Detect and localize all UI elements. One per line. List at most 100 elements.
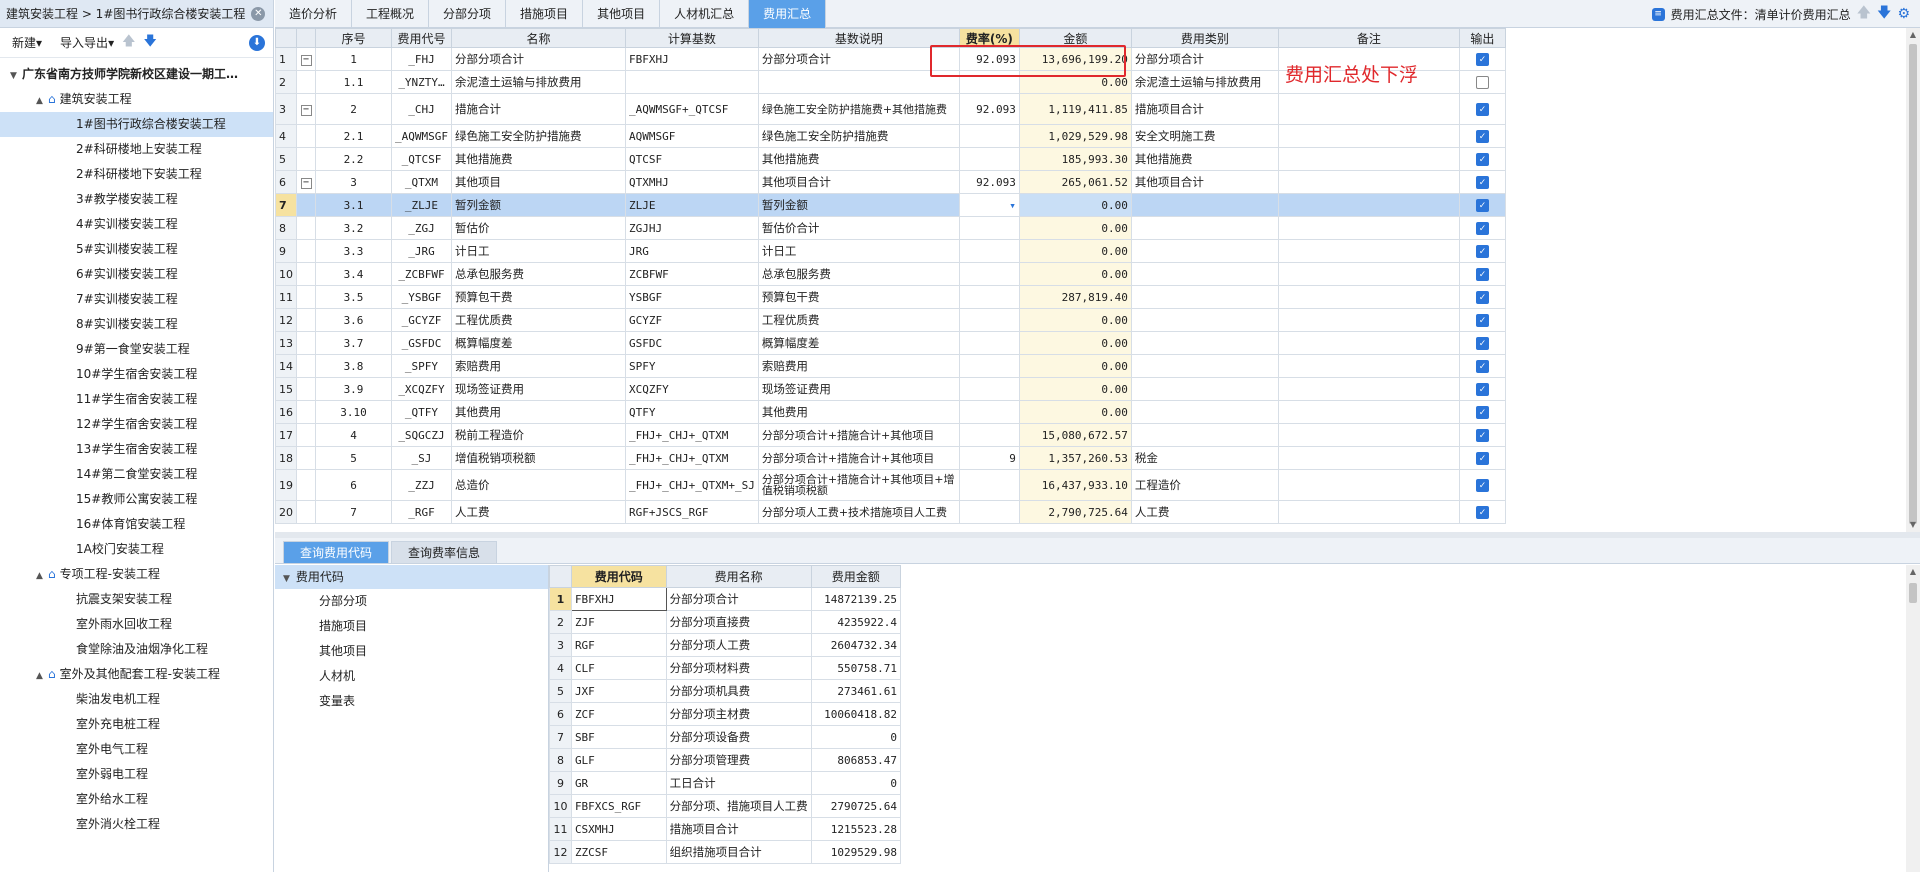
cell-amt[interactable]: 1,357,260.53	[1018, 446, 1132, 470]
row-number[interactable]: 5	[275, 147, 297, 171]
fee-code-tree-item[interactable]: 其他项目	[275, 639, 548, 664]
row-number[interactable]: 2	[275, 70, 297, 94]
cell-desc[interactable]: 总承包服务费	[757, 262, 960, 286]
cell-name[interactable]: 其他项目	[450, 170, 626, 194]
cell-base[interactable]: QTFY	[624, 400, 759, 424]
cell-fee-amount[interactable]: 0	[810, 725, 901, 749]
cell-output[interactable]: ✓	[1458, 47, 1506, 71]
move-up-icon[interactable]: 🡅	[122, 32, 135, 54]
table-row[interactable]: 14 3.8 _SPFY 索赔费用 SPFY 索赔费用 0.00 ✓	[275, 354, 1506, 378]
table-row[interactable]: 6 ZCF 分部分项主材费 10060418.82	[549, 702, 901, 726]
cell-rate[interactable]	[958, 216, 1020, 240]
cell-output[interactable]: ✓	[1458, 262, 1506, 286]
cell-rate[interactable]	[958, 285, 1020, 309]
expand-icon[interactable]: ▲	[36, 564, 48, 587]
tree-item[interactable]: 13#学生宿舍安装工程	[0, 437, 273, 462]
cell-output[interactable]: ✓	[1458, 124, 1506, 148]
column-header[interactable]: 序号	[315, 28, 392, 48]
column-header[interactable]	[296, 28, 316, 48]
checkbox-checked-icon[interactable]: ✓	[1475, 505, 1489, 519]
tree-item[interactable]: 11#学生宿舍安装工程	[0, 387, 273, 412]
tree-item[interactable]: 室外充电桩工程	[0, 712, 273, 737]
cell-desc[interactable]: 暂列金额	[757, 193, 960, 217]
column-header[interactable]: 费用名称	[665, 565, 812, 588]
cell-code[interactable]: _SJ	[391, 446, 452, 470]
tree-item[interactable]: ▼ 广东省南方技师学院新校区建设一期工…	[0, 62, 273, 87]
cell-fee-amount[interactable]: 14872139.25	[810, 587, 901, 611]
fold-cell[interactable]	[296, 354, 316, 378]
cell-cat[interactable]	[1130, 285, 1279, 309]
cell-code[interactable]: _RGF	[391, 500, 452, 524]
cell-cat[interactable]	[1130, 354, 1279, 378]
cell-output[interactable]: ✓	[1458, 216, 1506, 240]
table-row[interactable]: 19 6 _ZZJ 总造价 _FHJ+_CHJ+_QTXM+_SJ 分部分项合计+措施合计…	[275, 469, 1506, 501]
column-header[interactable]: 基数说明	[757, 28, 960, 48]
row-number[interactable]: 10	[549, 794, 572, 818]
cell-cat[interactable]	[1130, 377, 1279, 401]
fold-cell[interactable]	[296, 193, 316, 217]
cell-base[interactable]: _FHJ+_CHJ+_QTXM+_SJ	[624, 469, 759, 501]
cell-seq[interactable]: 2.2	[315, 147, 392, 171]
tree-item[interactable]: 14#第二食堂安装工程	[0, 462, 273, 487]
cell-desc[interactable]: 分部分项合计+措施合计+其他项目	[757, 423, 960, 447]
table-row[interactable]: 4 2.1 _AQWMSGF 绿色施工安全防护措施费 AQWMSGF 绿色施工安全防护措施…	[275, 124, 1506, 148]
cell-fee-code[interactable]: CSXMHJ	[570, 817, 667, 841]
cell-cat[interactable]	[1130, 331, 1279, 355]
fold-cell[interactable]	[296, 423, 316, 447]
cell-seq[interactable]: 3.10	[315, 400, 392, 424]
cell-rate[interactable]	[958, 331, 1020, 355]
cell-fee-amount[interactable]: 2790725.64	[810, 794, 901, 818]
checkbox-checked-icon[interactable]: ✓	[1475, 428, 1489, 442]
fold-cell[interactable]	[296, 469, 316, 501]
cell-fee-name[interactable]: 分部分项直接费	[665, 610, 812, 634]
cell-name[interactable]: 分部分项合计	[450, 47, 626, 71]
table-row[interactable]: 9 3.3 _JRG 计日工 JRG 计日工 0.00 ✓	[275, 239, 1506, 263]
cell-rate[interactable]	[958, 262, 1020, 286]
cell-amt[interactable]: 0.00	[1018, 331, 1132, 355]
cell-cat[interactable]: 安全文明施工费	[1130, 124, 1279, 148]
cell-name[interactable]: 总承包服务费	[450, 262, 626, 286]
cell-base[interactable]: GSFDC	[624, 331, 759, 355]
cell-cat[interactable]	[1130, 193, 1279, 217]
cell-base[interactable]: AQWMSGF	[624, 124, 759, 148]
tree-item[interactable]: 3#教学楼安装工程	[0, 187, 273, 212]
cell-code[interactable]: _JRG	[391, 239, 452, 263]
cell-remark[interactable]	[1277, 500, 1460, 524]
tree-item[interactable]: 食堂除油及油烟净化工程	[0, 637, 273, 662]
cell-fee-name[interactable]: 分部分项人工费	[665, 633, 812, 657]
cell-code[interactable]: _SPFY	[391, 354, 452, 378]
cell-base[interactable]: XCQZFY	[624, 377, 759, 401]
cell-fee-name[interactable]: 分部分项管理费	[665, 748, 812, 772]
cell-output[interactable]: ✓	[1458, 193, 1506, 217]
table-row[interactable]: 16 3.10 _QTFY 其他费用 QTFY 其他费用 0.00 ✓	[275, 400, 1506, 424]
cell-rate[interactable]: 92.093	[958, 47, 1020, 71]
fee-file-label[interactable]: 费用汇总文件：清单计价费用汇总	[1671, 6, 1851, 23]
cell-fee-code[interactable]: CLF	[570, 656, 667, 680]
cell-fee-name[interactable]: 组织措施项目合计	[665, 840, 812, 864]
row-number[interactable]: 9	[549, 771, 572, 795]
fee-code-tree-root[interactable]: ▼ 费用代码	[275, 565, 548, 589]
cell-name[interactable]: 索赔费用	[450, 354, 626, 378]
cell-fee-amount[interactable]: 550758.71	[810, 656, 901, 680]
table-row[interactable]: 11 3.5 _YSBGF 预算包干费 YSBGF 预算包干费 287,819.40 ✓	[275, 285, 1506, 309]
cell-desc[interactable]: 绿色施工安全防护措施费	[757, 124, 960, 148]
tab-item[interactable]: 费用汇总	[749, 0, 827, 28]
cell-output[interactable]: ✓	[1458, 500, 1506, 524]
cell-seq[interactable]: 4	[315, 423, 392, 447]
cell-output[interactable]: ✓	[1458, 377, 1506, 401]
cell-desc[interactable]: 绿色施工安全防护措施费+其他措施费	[757, 93, 960, 125]
cell-amt[interactable]: 185,993.30	[1018, 147, 1132, 171]
cell-code[interactable]: _QTCSF	[391, 147, 452, 171]
table-row[interactable]: 12 ZZCSF 组织措施项目合计 1029529.98	[549, 840, 901, 864]
cell-fee-amount[interactable]: 0	[810, 771, 901, 795]
cell-rate[interactable]	[958, 239, 1020, 263]
dropdown-icon[interactable]: ▾	[1009, 199, 1016, 212]
column-header[interactable]: 备注	[1277, 28, 1460, 48]
cell-remark[interactable]	[1277, 193, 1460, 217]
cell-amt[interactable]: 0.00	[1018, 262, 1132, 286]
cell-seq[interactable]: 3.8	[315, 354, 392, 378]
down-arrow-icon[interactable]: 🡇	[1877, 2, 1891, 26]
cell-seq[interactable]: 2.1	[315, 124, 392, 148]
settings-icon[interactable]: ⚙	[1897, 6, 1910, 22]
cell-output[interactable]: ✓	[1458, 446, 1506, 470]
